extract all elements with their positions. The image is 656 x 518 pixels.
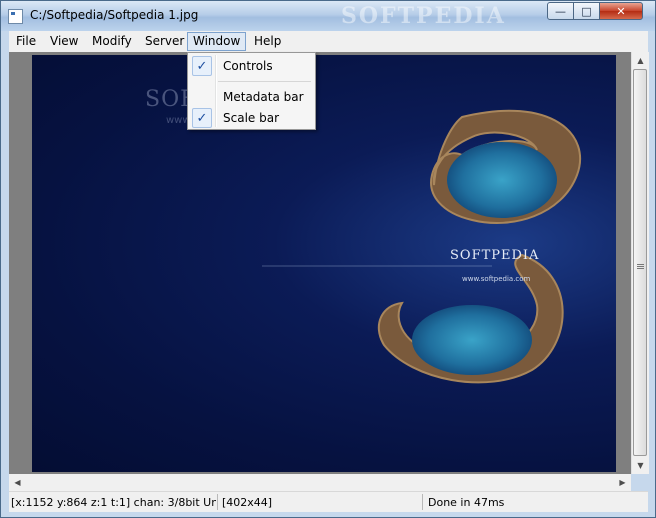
- status-bar: [x:1152 y:864 z:1 t:1] chan: 3/8bit Unsi…: [9, 491, 648, 512]
- softpedia-url: www.softpedia.com: [462, 275, 531, 283]
- app-icon[interactable]: [8, 9, 23, 24]
- menu-help[interactable]: Help: [249, 33, 286, 50]
- maximize-button[interactable]: □: [573, 2, 600, 20]
- menu-window[interactable]: Window: [187, 32, 247, 51]
- softpedia-logo: SOFTPEDIA: [450, 248, 540, 263]
- minimize-button[interactable]: —: [547, 2, 574, 20]
- menu-server[interactable]: Server: [140, 33, 189, 50]
- menu-item-metadata-bar[interactable]: Metadata bar: [190, 86, 313, 108]
- menu-separator: [218, 81, 311, 82]
- status-divider: [422, 494, 423, 510]
- app-window: C:/Softpedia/Softpedia 1.jpg SOFTPEDIA —…: [0, 0, 656, 518]
- island-graphic: [262, 109, 582, 384]
- menu-view[interactable]: View: [45, 33, 83, 50]
- close-button[interactable]: ✕: [599, 2, 643, 20]
- image-canvas[interactable]: SOFTPEDIA www.softpedia.com: [32, 55, 616, 472]
- title-bar[interactable]: C:/Softpedia/Softpedia 1.jpg SOFTPEDIA —…: [1, 1, 655, 31]
- status-divider: [217, 494, 218, 510]
- status-size: [402x44]: [222, 496, 273, 509]
- menu-item-label: Scale bar: [223, 111, 280, 125]
- menu-item-controls[interactable]: ✓ Controls: [190, 55, 313, 77]
- menu-bar: File View Modify Server Window Help: [9, 31, 648, 53]
- checkmark-icon: ✓: [192, 108, 212, 128]
- menu-item-label: Controls: [223, 59, 273, 73]
- menu-file[interactable]: File: [11, 33, 41, 50]
- window-menu-dropdown: ✓ Controls Metadata bar ✓ Scale bar: [187, 52, 316, 130]
- menu-item-scale-bar[interactable]: ✓ Scale bar: [190, 107, 313, 129]
- menu-modify[interactable]: Modify: [87, 33, 137, 50]
- grip-icon: [637, 264, 644, 265]
- scroll-left-arrow-icon[interactable]: ◀: [9, 474, 26, 491]
- status-coordinates: [x:1152 y:864 z:1 t:1] chan: 3/8bit Unsi…: [11, 496, 216, 509]
- window-title: C:/Softpedia/Softpedia 1.jpg: [30, 8, 199, 22]
- scroll-up-arrow-icon[interactable]: ▲: [632, 52, 649, 69]
- scroll-down-arrow-icon[interactable]: ▼: [632, 457, 649, 474]
- title-watermark: SOFTPEDIA: [341, 3, 506, 29]
- status-message: Done in 47ms: [428, 496, 505, 509]
- vertical-scrollbar[interactable]: ▲ ▼: [631, 52, 649, 474]
- checkmark-icon: ✓: [192, 56, 212, 76]
- scroll-right-arrow-icon[interactable]: ▶: [614, 474, 631, 491]
- image-viewport[interactable]: SOFTPEDIA www.softpedia.com: [9, 52, 631, 474]
- vertical-scroll-thumb[interactable]: [633, 69, 647, 456]
- menu-item-label: Metadata bar: [223, 90, 304, 104]
- horizontal-scrollbar[interactable]: ◀ ▶: [9, 474, 631, 491]
